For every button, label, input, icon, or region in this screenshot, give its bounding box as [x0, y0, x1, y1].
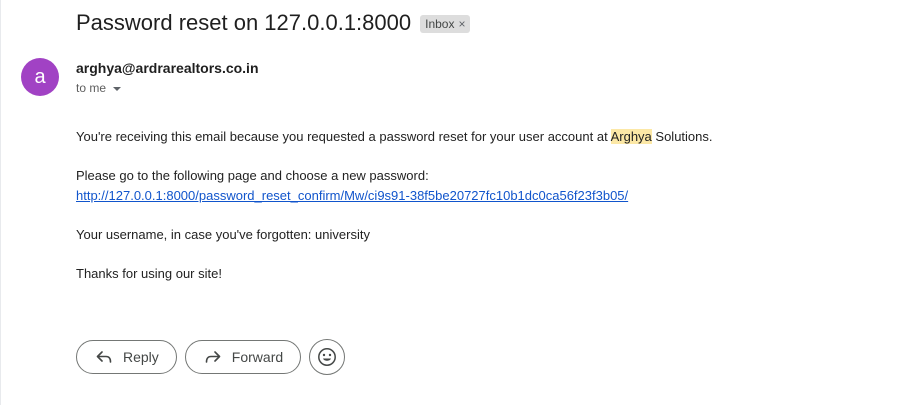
- reply-button[interactable]: Reply: [76, 340, 177, 374]
- reply-button-label: Reply: [123, 349, 159, 365]
- email-body: You're receiving this email because you …: [76, 127, 876, 303]
- recipient-details-toggle[interactable]: to me: [76, 81, 122, 95]
- recipient-text: to me: [76, 81, 107, 95]
- forward-icon: [205, 351, 221, 363]
- subject-row: Password reset on 127.0.0.1:8000 Inbox ×: [76, 10, 470, 36]
- body-text: Please go to the following page and choo…: [76, 168, 429, 183]
- email-actions: Reply Forward: [76, 339, 346, 375]
- email-subject: Password reset on 127.0.0.1:8000: [76, 10, 412, 35]
- remove-label-icon[interactable]: ×: [458, 17, 465, 31]
- highlighted-search-term: Arghya: [610, 129, 652, 144]
- avatar-letter: a: [34, 65, 46, 88]
- body-paragraph-thanks: Thanks for using our site!: [76, 265, 222, 281]
- reply-icon: [96, 351, 112, 363]
- forward-button[interactable]: Forward: [184, 340, 302, 374]
- password-reset-link[interactable]: http://127.0.0.1:8000/password_reset_con…: [76, 188, 628, 203]
- label-chip-text: Inbox: [425, 17, 455, 31]
- sender-address[interactable]: arghya@ardrarealtors.co.in: [76, 60, 259, 76]
- body-paragraph-instructions: Please go to the following page and choo…: [76, 166, 876, 205]
- forward-button-label: Forward: [231, 349, 284, 365]
- body-text: You're receiving this email because you …: [76, 129, 611, 144]
- email-view: Password reset on 127.0.0.1:8000 Inbox ×…: [0, 0, 911, 405]
- chevron-down-icon[interactable]: [113, 86, 122, 91]
- emoji-icon: [318, 348, 337, 366]
- body-paragraph-username: Your username, in case you've forgotten:…: [76, 226, 370, 242]
- emoji-reaction-button[interactable]: [309, 339, 346, 375]
- body-paragraph-intro: You're receiving this email because you …: [76, 127, 876, 147]
- sender-avatar[interactable]: a: [21, 58, 59, 96]
- body-text: Solutions.: [651, 129, 713, 144]
- inbox-label-chip[interactable]: Inbox ×: [420, 15, 470, 33]
